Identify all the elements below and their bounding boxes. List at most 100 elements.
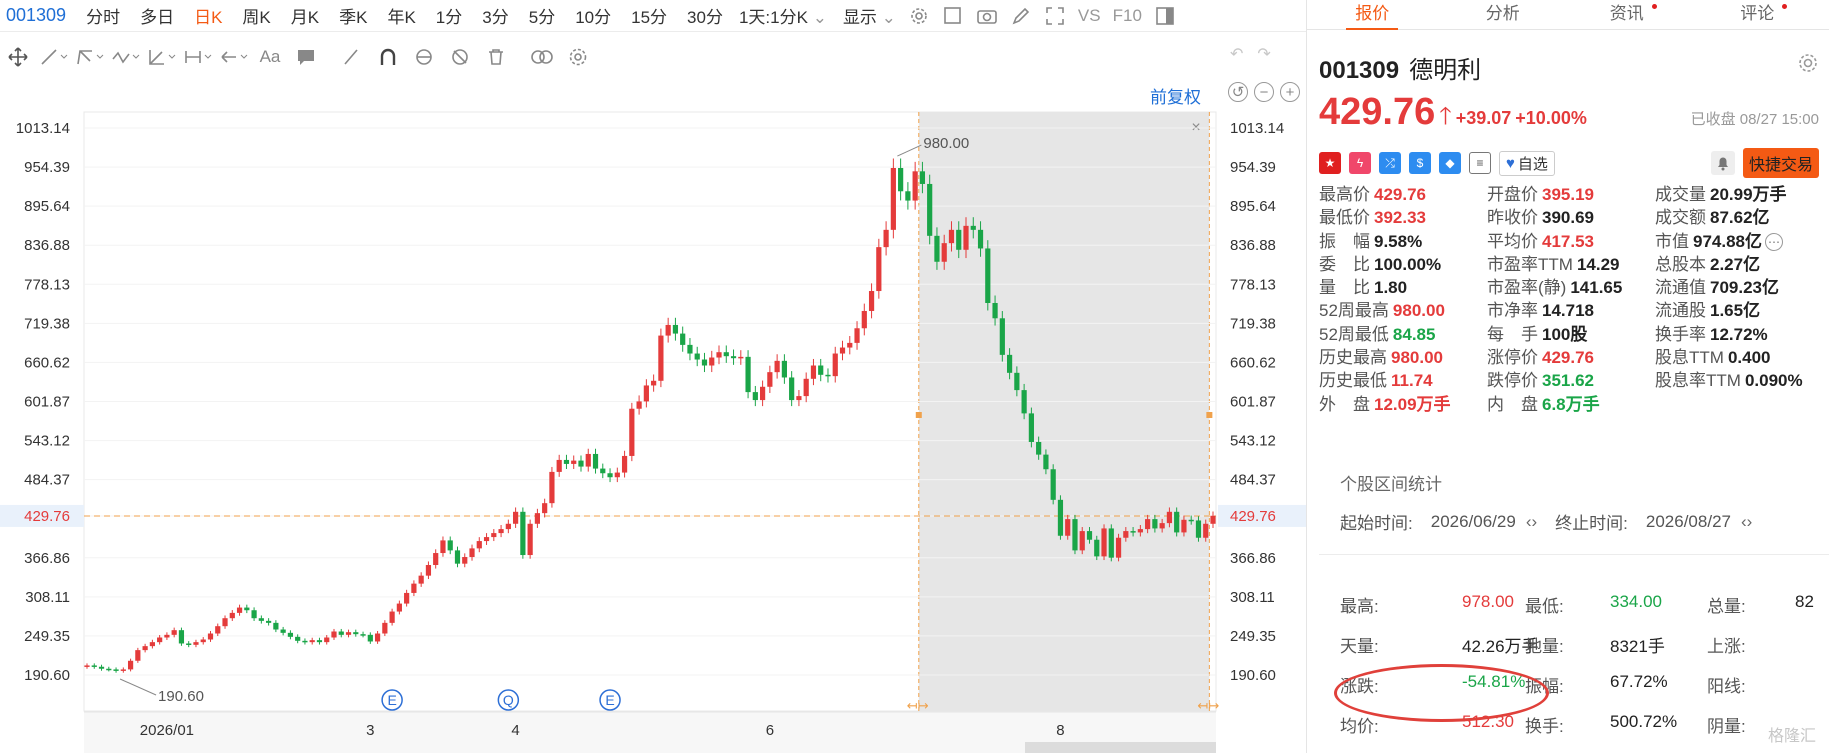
shuffle-icon[interactable]: ⤮ — [1379, 152, 1401, 174]
candle-body — [367, 634, 373, 642]
candle-body — [186, 643, 192, 645]
candle-body — [977, 229, 984, 249]
candle-body — [1072, 519, 1078, 551]
candle-body — [447, 540, 453, 551]
y-tick-right: 308.11 — [1230, 589, 1275, 606]
y-tick-right: 249.35 — [1230, 628, 1276, 645]
candle-body — [1021, 390, 1027, 414]
candle-body — [498, 529, 504, 534]
candle-body — [353, 632, 359, 635]
tag-icon[interactable]: ◆ — [1439, 152, 1461, 174]
price-change-pct: +10.00% — [1515, 108, 1587, 128]
stat-value: 0.400 — [1727, 348, 1771, 368]
watchlist-button[interactable]: ♥ 自选 — [1499, 150, 1555, 176]
tab-label: 评论 — [1740, 4, 1775, 23]
candle-body — [556, 459, 562, 472]
end-date[interactable]: 2026/08/27 — [1646, 512, 1731, 532]
notes-icon[interactable]: ≡ — [1469, 152, 1491, 174]
stat-label: 最高价 — [1319, 185, 1370, 204]
stat-value: 6.8万手 — [1542, 394, 1600, 414]
range-label: 阴量: — [1707, 717, 1746, 736]
candle-body — [505, 523, 511, 530]
quick-trade-button[interactable]: 快捷交易 — [1742, 148, 1819, 178]
bell-icon[interactable] — [1710, 151, 1735, 175]
selection-handle[interactable] — [915, 412, 922, 418]
candle-body — [563, 459, 570, 464]
candle-body — [106, 668, 112, 671]
adjust-button[interactable]: 前复权 — [1150, 83, 1201, 108]
y-tick-left: 1013.14 — [16, 120, 70, 137]
candle-body — [868, 291, 875, 311]
stat-value: 100.00% — [1374, 254, 1442, 274]
end-stepper-icon[interactable]: ‹› — [1741, 512, 1752, 532]
candle-body — [164, 634, 170, 638]
stat-label: 52周最高 — [1319, 301, 1389, 321]
stat-value: 12.72% — [1710, 324, 1768, 344]
range-arrows-icon[interactable]: ↤↦ — [907, 698, 929, 713]
stats-row: 外 盘 12.09万手内 盘 6.8万手 — [1319, 393, 1829, 416]
stat-label: 开盘价 — [1487, 185, 1538, 204]
stat-cell: 股息率TTM 0.090% — [1655, 369, 1803, 392]
stat-value: 429.76 — [1374, 185, 1426, 204]
start-label: 起始时间: — [1340, 514, 1413, 533]
lightning-icon[interactable]: ϟ — [1349, 152, 1371, 174]
x-tick: 3 — [366, 722, 374, 739]
y-tick-right: 366.86 — [1230, 550, 1276, 567]
gear-icon[interactable] — [1797, 52, 1819, 79]
stat-value: 395.19 — [1542, 185, 1594, 204]
candle-body — [215, 626, 221, 634]
y-tick-right: 1013.14 — [1230, 120, 1284, 137]
candle-body — [127, 660, 134, 670]
candle-body — [113, 669, 119, 671]
tab-1[interactable]: 分析 — [1438, 0, 1569, 29]
tab-3[interactable]: 评论 — [1699, 0, 1829, 29]
candle-body — [157, 637, 163, 643]
candle-body — [898, 167, 904, 192]
stat-label: 52周最低 — [1319, 324, 1389, 344]
more-icon[interactable]: ⋯ — [1765, 232, 1783, 251]
zoom-in-icon[interactable]: + — [1280, 82, 1300, 102]
selection-range — [918, 112, 1210, 711]
candle-body — [825, 374, 831, 377]
candle-body — [454, 550, 461, 564]
candle-body — [1174, 511, 1180, 533]
stat-label: 成交额 — [1655, 208, 1706, 228]
y-tick-left: 366.86 — [24, 550, 70, 567]
y-tick-left: 836.88 — [24, 237, 70, 254]
tab-2[interactable]: 资讯 — [1568, 0, 1699, 29]
candle-body — [135, 650, 141, 661]
range-arrows-icon[interactable]: ↤↦ — [1197, 698, 1219, 713]
zoom-out-icon[interactable]: − — [1254, 82, 1274, 102]
candle-body — [600, 468, 606, 474]
candle-body — [752, 392, 758, 401]
candle-body — [1108, 528, 1114, 558]
stat-label: 最低价 — [1319, 208, 1370, 228]
china-flag-icon[interactable]: ★ — [1319, 152, 1341, 174]
stat-value: 14.29 — [1576, 254, 1620, 274]
range-label: 总量: — [1707, 597, 1746, 616]
stat-value: 980.00 — [1391, 348, 1443, 368]
x-tick: 4 — [511, 722, 519, 739]
selection-handle[interactable] — [1206, 412, 1213, 418]
dollar-icon[interactable]: $ — [1409, 152, 1431, 174]
tab-0[interactable]: 报价 — [1307, 0, 1438, 30]
candlestick-chart[interactable]: ×1013.14 1013.14954.39 954.39895.64 895.648… — [0, 0, 1306, 753]
candle-body — [796, 396, 802, 401]
candle-body — [142, 646, 148, 651]
y-tick-left: 895.64 — [24, 198, 70, 215]
event-marker-label: Q — [503, 692, 514, 708]
candle-body — [839, 347, 846, 354]
candle-body — [302, 640, 308, 643]
event-marker-label: E — [387, 692, 396, 708]
start-stepper-icon[interactable]: ‹› — [1526, 512, 1537, 532]
y-tick-left: 601.87 — [24, 394, 70, 411]
x-tick: 6 — [766, 722, 774, 739]
reset-icon[interactable]: ↺ — [1228, 82, 1248, 102]
candle-body — [1101, 528, 1107, 557]
start-date[interactable]: 2026/06/29 — [1431, 512, 1516, 532]
price-row: 429.76 🡑 +39.07 +10.00% 已收盘 08/27 15:00 — [1319, 91, 1819, 140]
scrollbar[interactable] — [1025, 742, 1216, 753]
range-value: 500.72% — [1610, 712, 1678, 731]
quick-icons: ★ ϟ ⤮ $ ◆ ≡ ♥ 自选 快捷交易 — [1319, 148, 1819, 178]
candle-body — [309, 640, 315, 643]
